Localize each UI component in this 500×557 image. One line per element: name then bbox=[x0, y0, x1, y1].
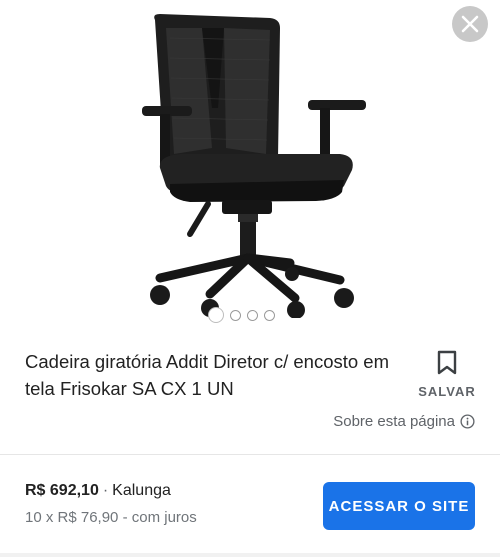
visit-site-button[interactable]: ACESSAR O SITE bbox=[323, 482, 475, 530]
bottom-border bbox=[0, 553, 500, 557]
divider bbox=[0, 454, 500, 455]
carousel-dot[interactable] bbox=[208, 307, 224, 323]
office-chair-image bbox=[142, 14, 366, 318]
carousel-dot[interactable] bbox=[230, 309, 241, 321]
price-line: R$ 692,10 · Kalunga bbox=[25, 482, 171, 500]
separator: · bbox=[102, 482, 109, 499]
save-button[interactable]: SALVAR bbox=[414, 350, 480, 399]
info-icon bbox=[460, 414, 475, 429]
close-icon bbox=[461, 15, 479, 33]
bookmark-icon bbox=[437, 350, 457, 375]
about-label: Sobre esta página bbox=[333, 413, 455, 430]
close-button[interactable] bbox=[452, 6, 488, 42]
carousel-indicator bbox=[208, 307, 275, 323]
seller-name: Kalunga bbox=[112, 482, 171, 499]
installments-text: 10 x R$ 76,90 - com juros bbox=[25, 509, 197, 526]
save-label: SALVAR bbox=[418, 384, 476, 399]
carousel-dot[interactable] bbox=[247, 309, 258, 321]
product-viewer: Cadeira giratória Addit Diretor c/ encos… bbox=[0, 0, 500, 557]
price: R$ 692,10 bbox=[25, 482, 99, 499]
product-title: Cadeira giratória Addit Diretor c/ encos… bbox=[25, 351, 390, 399]
product-image-area[interactable] bbox=[0, 0, 500, 330]
carousel-dot[interactable] bbox=[264, 309, 275, 321]
about-page-link[interactable]: Sobre esta página bbox=[333, 413, 475, 430]
